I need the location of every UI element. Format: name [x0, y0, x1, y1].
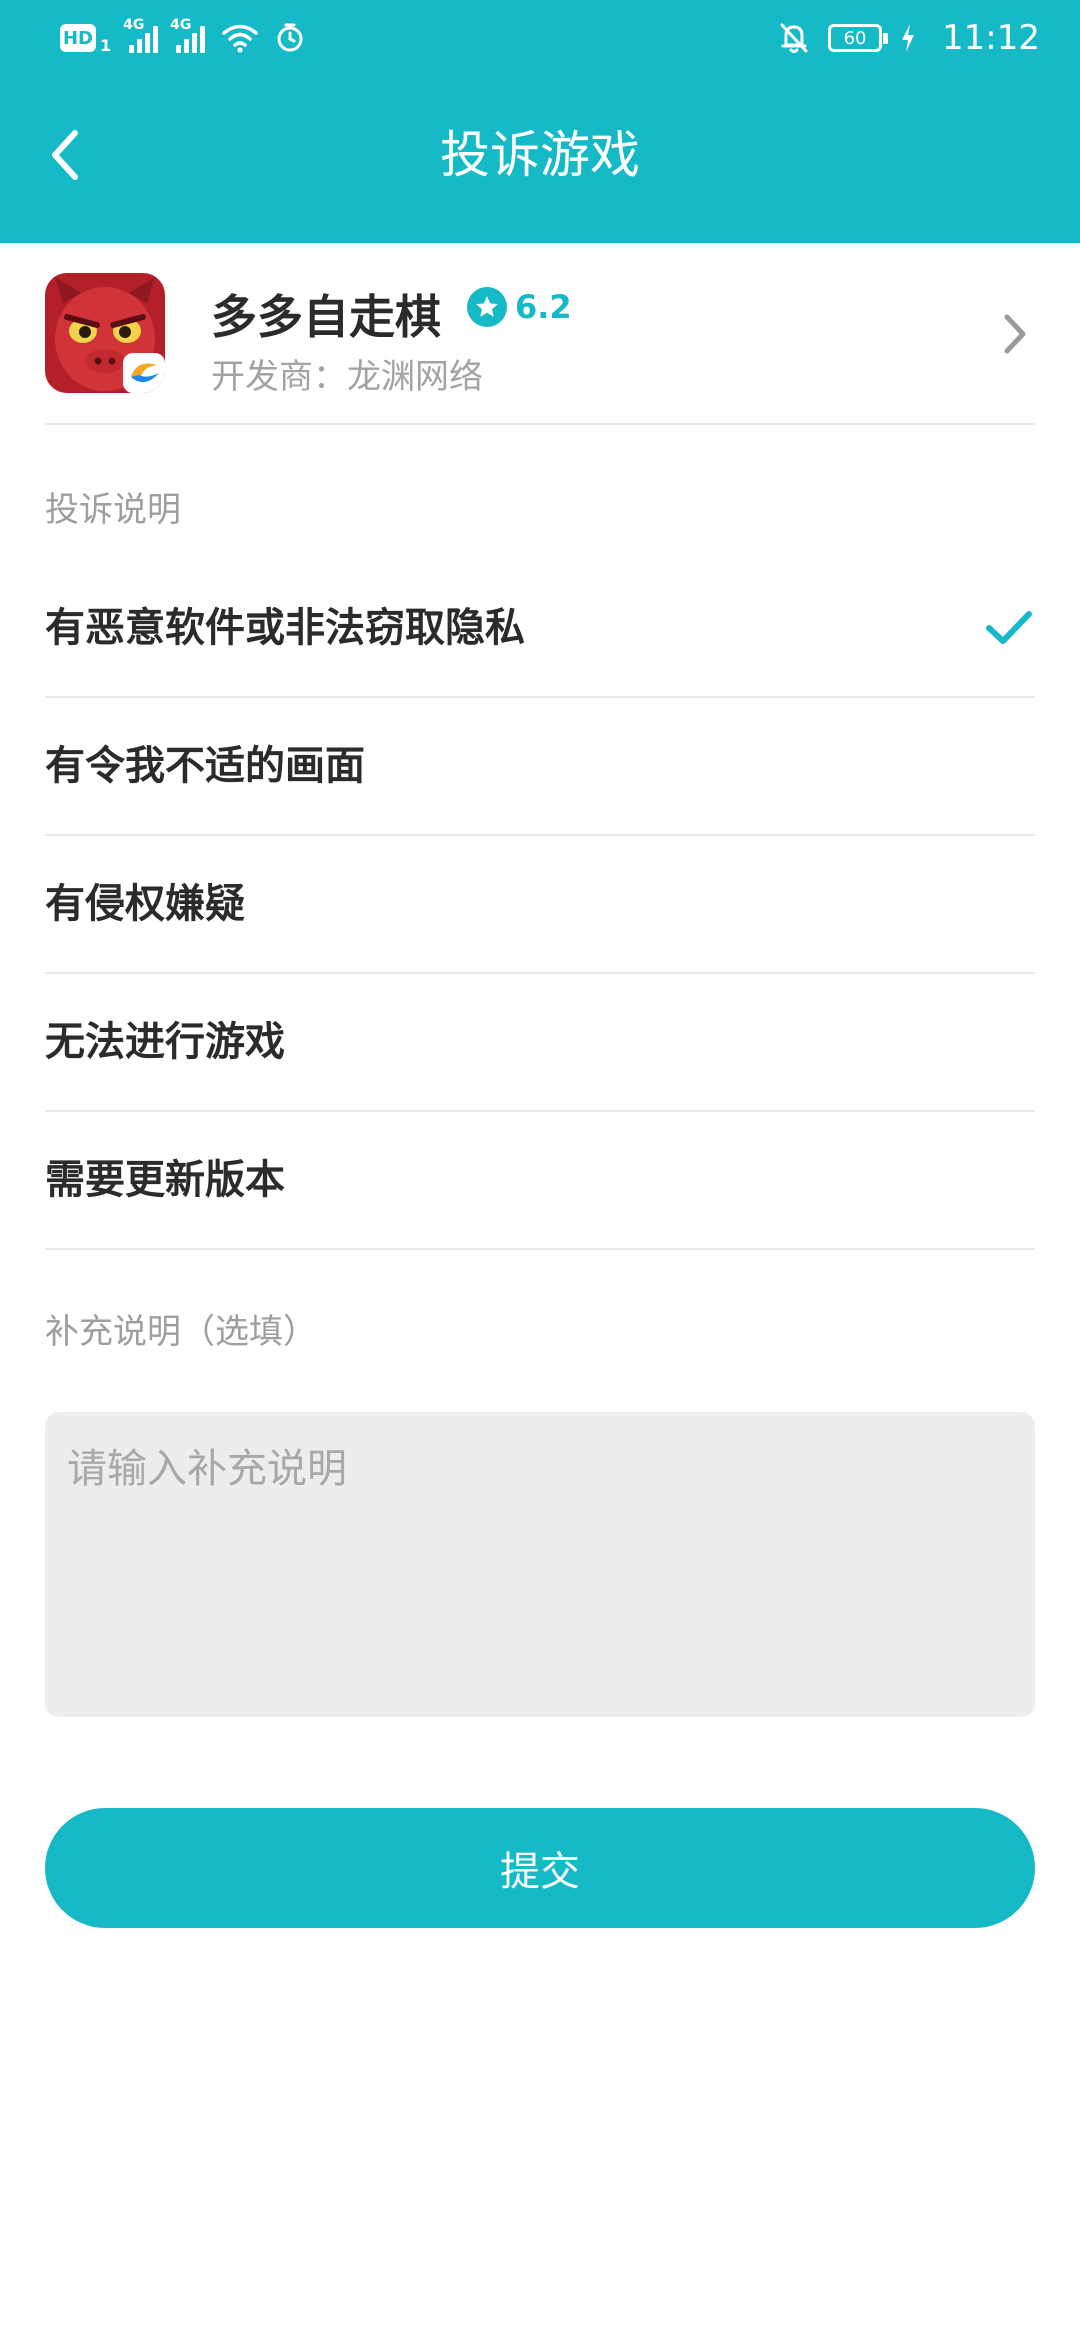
complaint-option[interactable]: 需要更新版本	[45, 1112, 1035, 1250]
complaint-option[interactable]: 有令我不适的画面	[45, 698, 1035, 836]
network-type: 4G	[123, 17, 145, 33]
submit-button[interactable]: 提交	[45, 1808, 1035, 1928]
complaint-section-label: 投诉说明	[45, 490, 181, 530]
status-left-group: HD 1 4G 4G	[60, 17, 305, 58]
timer-icon	[277, 23, 303, 52]
complaint-option-label: 有侵权嫌疑	[45, 881, 245, 927]
sim-badge: 1	[100, 35, 112, 55]
complaint-option-label: 有恶意软件或非法窃取隐私	[45, 605, 525, 651]
check-icon	[986, 611, 1032, 644]
developer-label: 开发商：	[211, 357, 347, 397]
rating-value: 6.2	[515, 288, 572, 326]
nav-bar: 投诉游戏	[0, 90, 1080, 230]
complaint-option-label: 无法进行游戏	[45, 1019, 285, 1065]
game-icon	[45, 273, 165, 393]
battery-level: 60	[843, 27, 867, 49]
page-title: 投诉游戏	[440, 126, 640, 184]
status-time: 11:12	[942, 18, 1040, 58]
chevron-right-icon	[1004, 314, 1026, 354]
game-name: 多多自走棋	[211, 290, 441, 344]
star-icon	[467, 287, 507, 327]
status-bar: HD 1 4G 4G 60 11:12	[0, 0, 1080, 75]
wifi-icon	[222, 24, 258, 53]
signal-icon: 4G	[170, 17, 206, 53]
supplement-section-label: 补充说明（选填）	[45, 1312, 317, 1352]
status-right-group: 60 11:12	[778, 14, 1040, 62]
battery-icon: 60	[828, 24, 889, 52]
game-rating: 6.2	[467, 287, 572, 327]
hd-badge: HD	[60, 24, 96, 52]
complaint-option[interactable]: 有侵权嫌疑	[45, 836, 1035, 974]
complaint-option[interactable]: 有恶意软件或非法窃取隐私	[45, 560, 1035, 698]
charging-icon	[902, 24, 915, 52]
signal-icon: 4G	[123, 17, 159, 53]
top-bar: HD 1 4G 4G 60 11:12 投诉游戏	[0, 0, 1080, 243]
complaint-option[interactable]: 无法进行游戏	[45, 974, 1035, 1112]
complaint-option-label: 需要更新版本	[45, 1157, 285, 1203]
complaint-option-label: 有令我不适的画面	[45, 743, 365, 789]
supplement-textarea[interactable]	[45, 1412, 1035, 1717]
developer-name: 龙渊网络	[347, 357, 483, 397]
network-type: 4G	[170, 17, 192, 33]
developer-info: 开发商： 龙渊网络	[211, 349, 483, 398]
mute-bell-icon	[780, 23, 808, 53]
game-card[interactable]: 多多自走棋 6.2 开发商： 龙渊网络	[45, 243, 1035, 425]
